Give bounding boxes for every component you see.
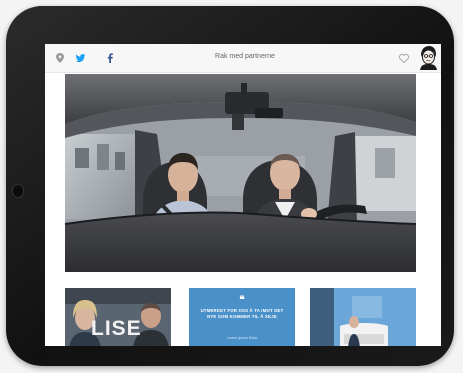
quote-author: Lorem Ipsum Dolor — [226, 336, 258, 340]
quote-text: Utmerket for oss å ta imot det nye som k… — [200, 308, 284, 319]
map-pin-icon[interactable] — [53, 51, 67, 65]
facebook-icon[interactable] — [103, 51, 117, 65]
thumbnail-row: LISE ❝ Utmerket for oss å ta imot det ny… — [65, 288, 416, 346]
thumbnail-photo-1[interactable]: LISE — [65, 288, 171, 346]
page-title: Rak med partnerne — [215, 53, 275, 60]
heart-icon[interactable] — [397, 51, 411, 65]
avatar[interactable] — [417, 44, 439, 70]
thumbnail-overlay-text: LISE — [91, 317, 142, 340]
quote-card[interactable]: ❝ Utmerket for oss å ta imot det nye som… — [189, 288, 295, 346]
tablet-frame: Rak med partnerne LISE ❝ UTMERKET FOR OS… — [6, 6, 454, 366]
home-button[interactable] — [12, 184, 24, 198]
top-bar: Rak med partnerne — [45, 44, 441, 73]
hero-video[interactable] — [65, 74, 416, 272]
quote-icon: ❝ — [239, 295, 245, 306]
tablet-screen: Rak med partnerne LISE ❝ UTMERKET FOR OS… — [45, 44, 441, 346]
twitter-icon[interactable] — [73, 51, 87, 65]
thumbnail-photo-3[interactable] — [310, 288, 416, 346]
